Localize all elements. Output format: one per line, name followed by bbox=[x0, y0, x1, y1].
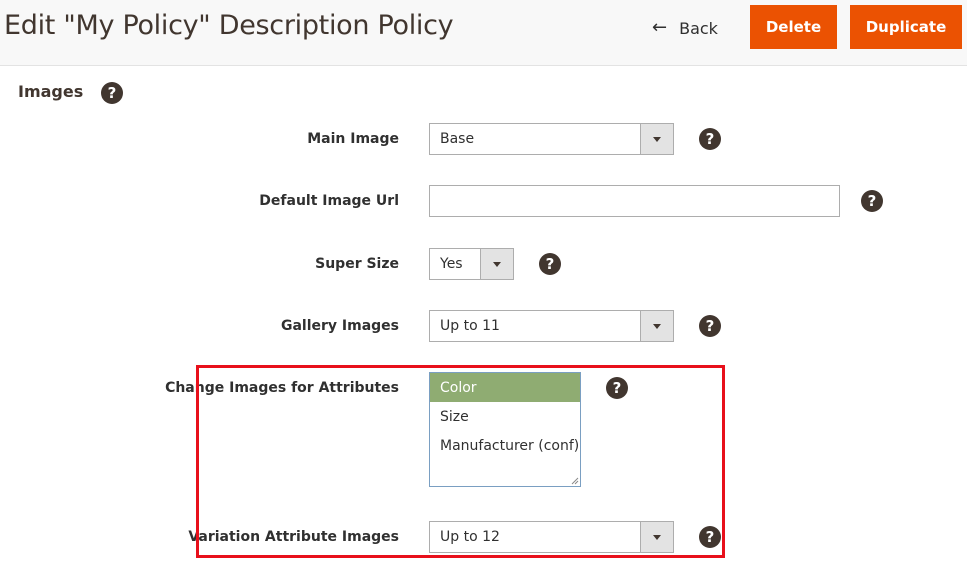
section-title-images: Images bbox=[18, 82, 84, 101]
super-size-label: Super Size bbox=[315, 256, 399, 272]
gallery-images-label: Gallery Images bbox=[280, 318, 399, 334]
page-title: Edit "My Policy" Description Policy bbox=[4, 10, 454, 41]
duplicate-button[interactable]: Duplicate bbox=[850, 5, 962, 49]
back-button[interactable]: ← Back bbox=[652, 16, 718, 40]
chevron-down-icon bbox=[480, 249, 513, 279]
chevron-down-icon bbox=[640, 124, 673, 154]
main-image-label: Main Image bbox=[307, 131, 399, 147]
gallery-images-value: Up to 11 bbox=[440, 318, 500, 334]
page-header: Edit "My Policy" Description Policy ← Ba… bbox=[0, 0, 967, 66]
highlight-annotation-box bbox=[196, 365, 725, 558]
main-image-select[interactable]: Base bbox=[429, 123, 674, 155]
help-icon[interactable]: ? bbox=[699, 315, 721, 337]
help-icon[interactable]: ? bbox=[539, 253, 561, 275]
super-size-value: Yes bbox=[440, 256, 463, 272]
main-image-value: Base bbox=[440, 131, 475, 147]
delete-button[interactable]: Delete bbox=[750, 5, 837, 49]
back-label: Back bbox=[679, 18, 718, 38]
help-icon[interactable]: ? bbox=[699, 128, 721, 150]
super-size-select[interactable]: Yes bbox=[429, 248, 514, 280]
default-image-url-input[interactable] bbox=[429, 185, 840, 217]
help-icon[interactable]: ? bbox=[101, 82, 123, 104]
arrow-left-icon: ← bbox=[652, 17, 668, 38]
chevron-down-icon bbox=[640, 311, 673, 341]
gallery-images-select[interactable]: Up to 11 bbox=[429, 310, 674, 342]
default-image-url-label: Default Image Url bbox=[259, 193, 399, 209]
help-icon[interactable]: ? bbox=[861, 190, 883, 212]
